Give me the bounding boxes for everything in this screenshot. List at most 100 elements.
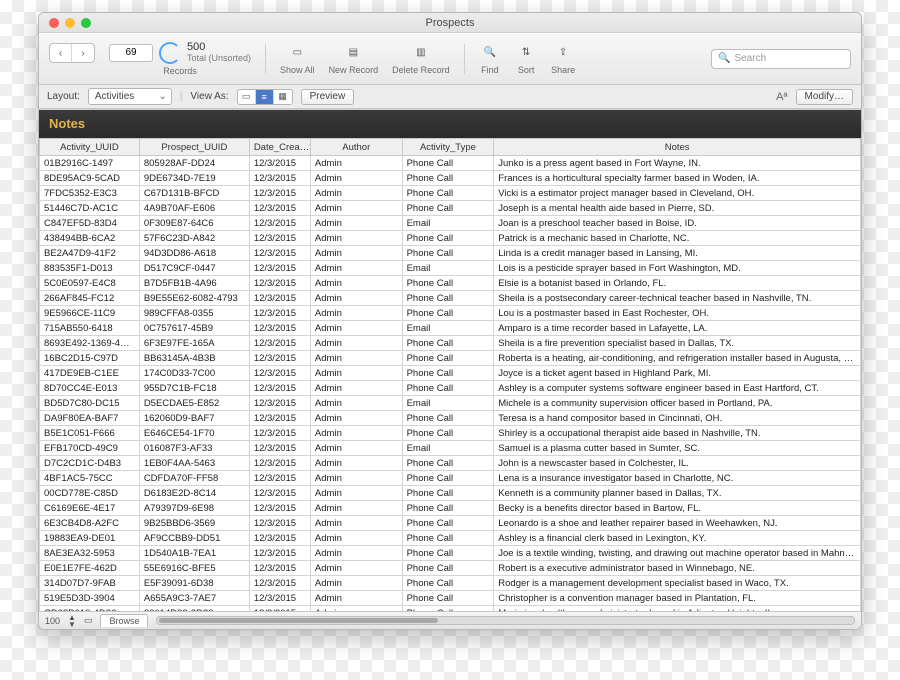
cell[interactable]: 955D7C1B-FC18 <box>139 381 249 396</box>
table-row[interactable]: 314D07D7-9FABE5F39091-6D3812/3/2015Admin… <box>40 576 861 591</box>
cell[interactable]: Joseph is a mental health aide based in … <box>494 201 861 216</box>
cell[interactable]: 016087F3-AF33 <box>139 441 249 456</box>
cell[interactable]: 12/3/2015 <box>249 246 310 261</box>
cell[interactable]: Admin <box>310 531 402 546</box>
table-row[interactable]: BD5D7C80-DC15D5ECDAE5-E85212/3/2015Admin… <box>40 396 861 411</box>
text-style-icon[interactable]: Aª <box>776 91 787 103</box>
cell[interactable]: 12/3/2015 <box>249 306 310 321</box>
cell[interactable]: 12/3/2015 <box>249 186 310 201</box>
cell[interactable]: Phone Call <box>402 381 494 396</box>
cell[interactable]: Email <box>402 216 494 231</box>
cell[interactable]: DA9F80EA-BAF7 <box>40 411 140 426</box>
cell[interactable]: 12/3/2015 <box>249 276 310 291</box>
column-header[interactable]: Activity_Type <box>402 139 494 156</box>
cell[interactable]: 12/3/2015 <box>249 456 310 471</box>
table-row[interactable]: 8D70CC4E-E013955D7C1B-FC1812/3/2015Admin… <box>40 381 861 396</box>
column-header[interactable]: Activity_UUID <box>40 139 140 156</box>
table-row[interactable]: C847EF5D-83D40F309E87-64C612/3/2015Admin… <box>40 216 861 231</box>
table-row[interactable]: 417DE9EB-C1EE174C0D33-7C0012/3/2015Admin… <box>40 366 861 381</box>
cell[interactable]: D7C2CD1C-D4B3 <box>40 456 140 471</box>
table-row[interactable]: 438494BB-6CA257F6C23D-A84212/3/2015Admin… <box>40 231 861 246</box>
cell[interactable]: Admin <box>310 261 402 276</box>
cell[interactable]: 1EB0F4AA-5463 <box>139 456 249 471</box>
cell[interactable]: 94D3DD86-A618 <box>139 246 249 261</box>
list-view-icon[interactable]: ≡ <box>256 90 274 104</box>
cell[interactable]: Phone Call <box>402 246 494 261</box>
chevron-left-icon[interactable]: ‹ <box>50 44 72 62</box>
cell[interactable]: Samuel is a plasma cutter based in Sumte… <box>494 441 861 456</box>
cell[interactable]: 12/3/2015 <box>249 171 310 186</box>
cell[interactable]: 8DE95AC9-5CAD <box>40 171 140 186</box>
cell[interactable]: B5E1C051-F666 <box>40 426 140 441</box>
cell[interactable]: Admin <box>310 171 402 186</box>
cell[interactable]: A655A9C3-7AE7 <box>139 591 249 606</box>
cell[interactable]: Linda is a credit manager based in Lansi… <box>494 246 861 261</box>
cell[interactable]: 12/3/2015 <box>249 261 310 276</box>
cell[interactable]: 5C0E0597-E4C8 <box>40 276 140 291</box>
table-row[interactable]: C6169E6E-4E17A79397D9-6E9812/3/2015Admin… <box>40 501 861 516</box>
cell[interactable]: John is a newscaster based in Colchester… <box>494 456 861 471</box>
cell[interactable]: Michele is a community supervision offic… <box>494 396 861 411</box>
cell[interactable]: 16BC2D15-C97D <box>40 351 140 366</box>
cell[interactable]: Email <box>402 396 494 411</box>
form-view-icon[interactable]: ▭ <box>238 90 256 104</box>
cell[interactable]: 6E3CB4D8-A2FC <box>40 516 140 531</box>
table-row[interactable]: 00CD778E-C85DD6183E2D-8C1412/3/2015Admin… <box>40 486 861 501</box>
cell[interactable]: Phone Call <box>402 186 494 201</box>
cell[interactable]: Admin <box>310 576 402 591</box>
cell[interactable]: 715AB550-6418 <box>40 321 140 336</box>
show-all-button[interactable]: ▭ <box>286 43 308 63</box>
cell[interactable]: Becky is a benefits director based in Ba… <box>494 501 861 516</box>
preview-button[interactable]: Preview <box>301 89 355 105</box>
record-number-field[interactable]: 69 <box>109 44 153 62</box>
cell[interactable]: Phone Call <box>402 201 494 216</box>
cell[interactable]: BE2A47D9-41F2 <box>40 246 140 261</box>
find-button[interactable]: 🔍 <box>479 43 501 63</box>
chevron-right-icon[interactable]: › <box>72 44 94 62</box>
cell[interactable]: Admin <box>310 231 402 246</box>
table-row[interactable]: 6E3CB4D8-A2FC9B25BBD6-356912/3/2015Admin… <box>40 516 861 531</box>
cell[interactable]: Phone Call <box>402 546 494 561</box>
cell[interactable]: Admin <box>310 156 402 171</box>
cell[interactable]: Admin <box>310 471 402 486</box>
cell[interactable]: Robert is a executive administrator base… <box>494 561 861 576</box>
table-row[interactable]: 266AF845-FC12B9E55E62-6082-479312/3/2015… <box>40 291 861 306</box>
cell[interactable]: 162060D9-BAF7 <box>139 411 249 426</box>
table-row[interactable]: 9E5966CE-11C9989CFFA8-035512/3/2015Admin… <box>40 306 861 321</box>
cell[interactable]: Admin <box>310 381 402 396</box>
cell[interactable]: Joan is a preschool teacher based in Boi… <box>494 216 861 231</box>
table-row[interactable]: 51446C7D-AC1C4A9B70AF-E60612/3/2015Admin… <box>40 201 861 216</box>
cell[interactable]: Phone Call <box>402 591 494 606</box>
cell[interactable]: 12/3/2015 <box>249 546 310 561</box>
column-header[interactable]: Date_Crea… <box>249 139 310 156</box>
cell[interactable]: Phone Call <box>402 516 494 531</box>
cell[interactable]: Ashley is a computer systems software en… <box>494 381 861 396</box>
stepper-icon[interactable]: ▲▼ <box>68 614 76 628</box>
cell[interactable]: Admin <box>310 441 402 456</box>
cell[interactable]: Phone Call <box>402 156 494 171</box>
cell[interactable]: 8693E492-1369-4475 <box>40 336 140 351</box>
cell[interactable]: 6F3E97FE-165A <box>139 336 249 351</box>
cell[interactable]: 12/3/2015 <box>249 231 310 246</box>
cell[interactable]: Phone Call <box>402 336 494 351</box>
cell[interactable]: Lois is a pesticide sprayer based in For… <box>494 261 861 276</box>
layout-select[interactable]: Activities <box>88 88 172 105</box>
cell[interactable]: 4A9B70AF-E606 <box>139 201 249 216</box>
cell[interactable]: Kenneth is a community planner based in … <box>494 486 861 501</box>
cell[interactable]: 805928AF-DD24 <box>139 156 249 171</box>
cell[interactable]: 12/3/2015 <box>249 576 310 591</box>
cell[interactable]: 314D07D7-9FAB <box>40 576 140 591</box>
cell[interactable]: C847EF5D-83D4 <box>40 216 140 231</box>
column-header[interactable]: Author <box>310 139 402 156</box>
cell[interactable]: Junko is a press agent based in Fort Way… <box>494 156 861 171</box>
column-header[interactable]: Notes <box>494 139 861 156</box>
table-row[interactable]: 7FDC5352-E3C3C67D131B-BFCD12/3/2015Admin… <box>40 186 861 201</box>
table-row[interactable]: 16BC2D15-C97DBB63145A-4B3B12/3/2015Admin… <box>40 351 861 366</box>
cell[interactable]: 12/3/2015 <box>249 426 310 441</box>
cell[interactable]: B7D5FB1B-4A96 <box>139 276 249 291</box>
cell[interactable]: 9DE6734D-7E19 <box>139 171 249 186</box>
cell[interactable]: Phone Call <box>402 486 494 501</box>
cell[interactable]: Admin <box>310 201 402 216</box>
cell[interactable]: Phone Call <box>402 291 494 306</box>
cell[interactable]: 519E5D3D-3904 <box>40 591 140 606</box>
